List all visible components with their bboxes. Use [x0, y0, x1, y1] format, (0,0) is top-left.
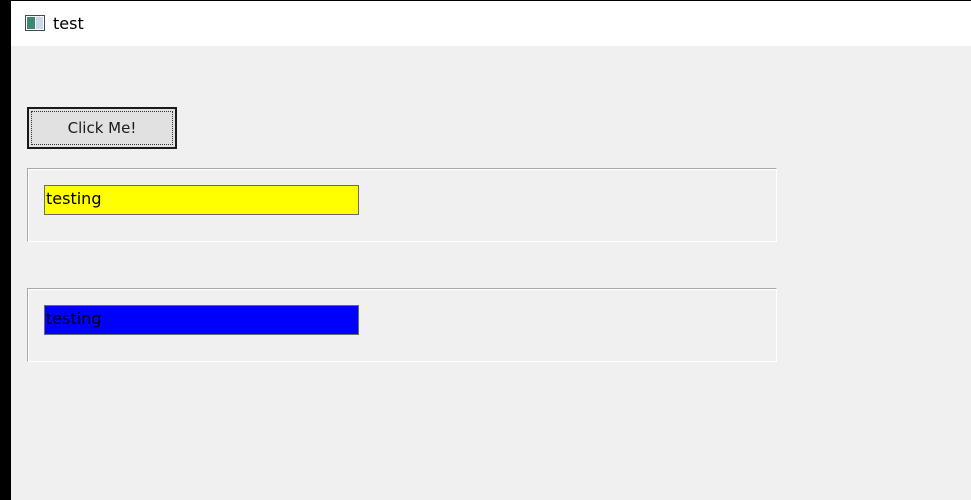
- app-window: test Click Me! testing testing: [11, 1, 971, 500]
- window-app-icon: [25, 15, 45, 31]
- group-box-1: testing: [27, 168, 777, 242]
- group-box-2: testing: [27, 288, 777, 362]
- click-me-button[interactable]: Click Me!: [27, 107, 177, 149]
- title-bar[interactable]: test: [11, 1, 971, 46]
- click-me-button-label: Click Me!: [31, 111, 173, 145]
- blue-text-field[interactable]: testing: [44, 305, 359, 335]
- yellow-text-field[interactable]: testing: [44, 185, 359, 215]
- window-title: test: [53, 14, 84, 33]
